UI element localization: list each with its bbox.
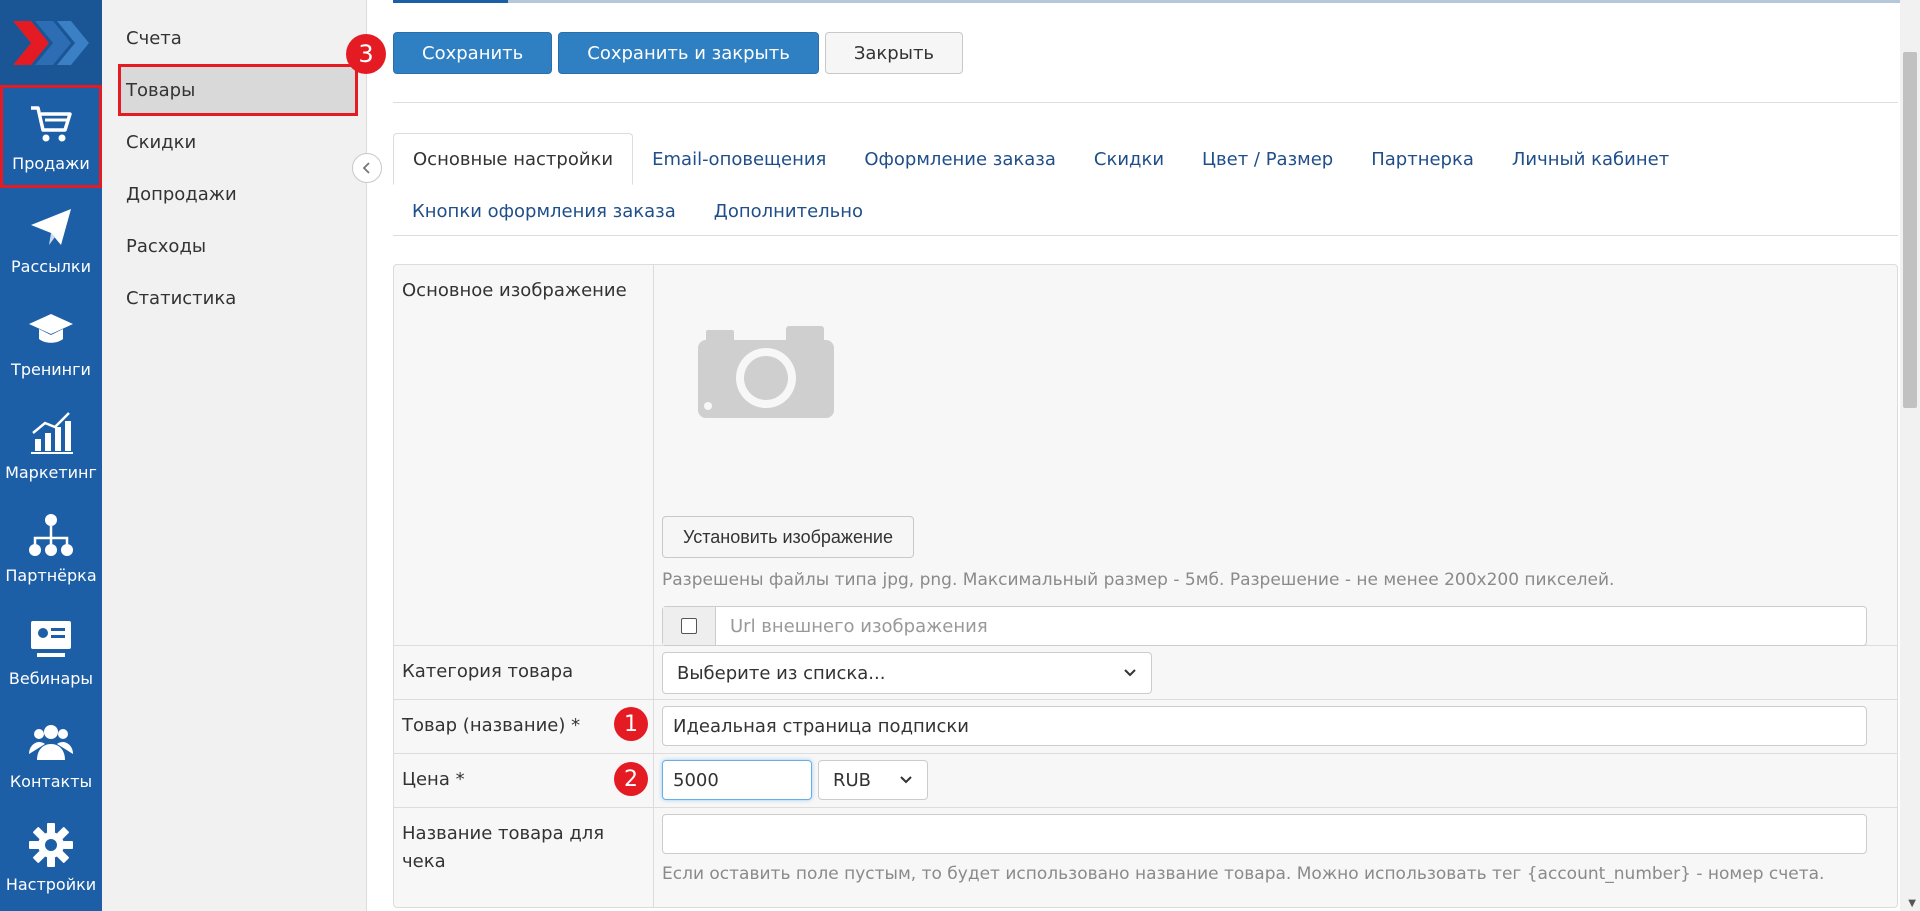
image-label: Основное изображение [394,265,654,645]
product-name-field: Идеальная страница подписки [654,700,1897,753]
rail-label: Рассылки [11,257,91,276]
chevron-down-icon [900,776,912,784]
submenu-item-products[interactable]: Товары [118,64,358,116]
toolbar: Сохранить Сохранить и закрыть Закрыть [393,32,964,74]
tab-color-size[interactable]: Цвет / Размер [1183,133,1352,185]
price-field: 5000 RUB [654,754,1897,807]
rail-label: Контакты [9,772,93,791]
graduation-cap-icon [29,314,73,343]
rail-label: Маркетинг [5,463,97,482]
category-label: Категория товара [394,646,654,699]
rail-label: Партнёрка [5,566,97,585]
currency-select[interactable]: RUB [818,760,928,800]
camera-placeholder-icon [698,326,834,418]
rail-item-mailings[interactable]: Рассылки [0,188,102,291]
set-image-button[interactable]: Установить изображение [662,516,914,558]
rail-label: Вебинары [8,669,94,688]
tab-email-notifications[interactable]: Email-оповещения [633,133,845,185]
presentation-icon [31,621,71,657]
rail-label: Тренинги [11,360,91,379]
form-row-receipt-name: Название товара для чека Если оставить п… [394,807,1897,907]
tab-affiliate[interactable]: Партнерка [1352,133,1493,185]
network-icon [29,514,73,556]
scroll-down-arrow-icon[interactable]: ▼ [1908,898,1916,909]
receipt-name-field: Если оставить поле пустым, то будет испо… [654,808,1897,907]
external-image-url-input[interactable]: Url внешнего изображения [716,607,1866,645]
submenu: Счета Товары Скидки Допродажи Расходы Ст… [102,0,367,911]
category-select[interactable]: Выберите из списка... [662,652,1152,694]
rail-item-partners[interactable]: Партнёрка [0,497,102,600]
step-badge-3: 3 [346,34,386,74]
chevron-down-icon [1124,669,1136,677]
form-row-category: Категория товара Выберите из списка... [394,645,1897,699]
close-button[interactable]: Закрыть [824,32,964,74]
save-button[interactable]: Сохранить [393,32,553,74]
receipt-name-label: Название товара для чека [394,808,654,907]
tab-additional[interactable]: Дополнительно [695,185,882,237]
tabs: Основные настройки Email-оповещения Офор… [393,133,1898,237]
gear-icon [29,823,73,867]
external-image-checkbox[interactable] [681,618,697,634]
chart-icon [31,412,73,454]
submenu-item-upsells[interactable]: Допродажи [102,168,366,220]
receipt-name-input[interactable] [662,814,1867,854]
product-form: Основное изображение Установить изображе… [393,264,1898,908]
image-field: Установить изображение Разрешены файлы т… [654,265,1897,646]
tab-row: Основные настройки Email-оповещения Офор… [393,133,1898,185]
price-input[interactable]: 5000 [662,760,812,800]
step-badge-2: 2 [614,762,648,796]
external-image-url-group: Url внешнего изображения [662,606,1867,646]
submenu-item-expenses[interactable]: Расходы [102,220,366,272]
submenu-item-invoices[interactable]: Счета [102,12,366,64]
main-content: Сохранить Сохранить и закрыть Закрыть 3 … [346,0,1920,911]
external-image-toggle [663,607,716,645]
rail-item-trainings[interactable]: Тренинги [0,291,102,394]
page-scrollbar[interactable]: ▼ [1900,0,1920,911]
submenu-item-statistics[interactable]: Статистика [102,272,366,324]
cart-icon [31,106,72,142]
rail-label: Настройки [5,875,97,894]
tab-discounts[interactable]: Скидки [1075,133,1183,185]
currency-select-value: RUB [833,769,872,791]
rail-item-sales[interactable]: Продажи [0,85,102,188]
rail-item-marketing[interactable]: Маркетинг [0,394,102,497]
save-and-close-button[interactable]: Сохранить и закрыть [558,32,819,74]
top-progress-line [393,0,1920,3]
image-help-text: Разрешены файлы типа jpg, png. Максималь… [662,570,1615,590]
submenu-item-discounts[interactable]: Скидки [102,116,366,168]
tab-order-buttons[interactable]: Кнопки оформления заказа [393,185,695,237]
category-select-value: Выберите из списка... [677,662,886,684]
product-name-input[interactable]: Идеальная страница подписки [662,706,1867,746]
receipt-name-help-text: Если оставить поле пустым, то будет испо… [662,864,1825,884]
paper-plane-icon [31,209,71,245]
tab-order-design[interactable]: Оформление заказа [845,133,1075,185]
logo[interactable] [0,0,102,85]
form-row-image: Основное изображение Установить изображе… [394,265,1897,646]
app-rail: Продажи Рассылки Тренинги Маркетинг Парт… [0,0,102,911]
scrollbar-thumb[interactable] [1903,52,1917,408]
tab-main-settings[interactable]: Основные настройки [393,133,634,185]
rail-item-settings[interactable]: Настройки [0,806,102,909]
category-field: Выберите из списка... [654,646,1897,699]
tab-row: Кнопки оформления заказа Дополнительно [393,185,1898,237]
tab-personal-account[interactable]: Личный кабинет [1493,133,1688,185]
toolbar-divider [393,102,1898,103]
rail-item-contacts[interactable]: Контакты [0,703,102,806]
rail-label: Продажи [12,154,90,173]
step-badge-1: 1 [614,707,648,741]
rail-item-webinars[interactable]: Вебинары [0,600,102,703]
tabs-divider [393,235,1898,236]
chevrons-logo-icon [13,20,89,65]
users-icon [29,725,73,760]
